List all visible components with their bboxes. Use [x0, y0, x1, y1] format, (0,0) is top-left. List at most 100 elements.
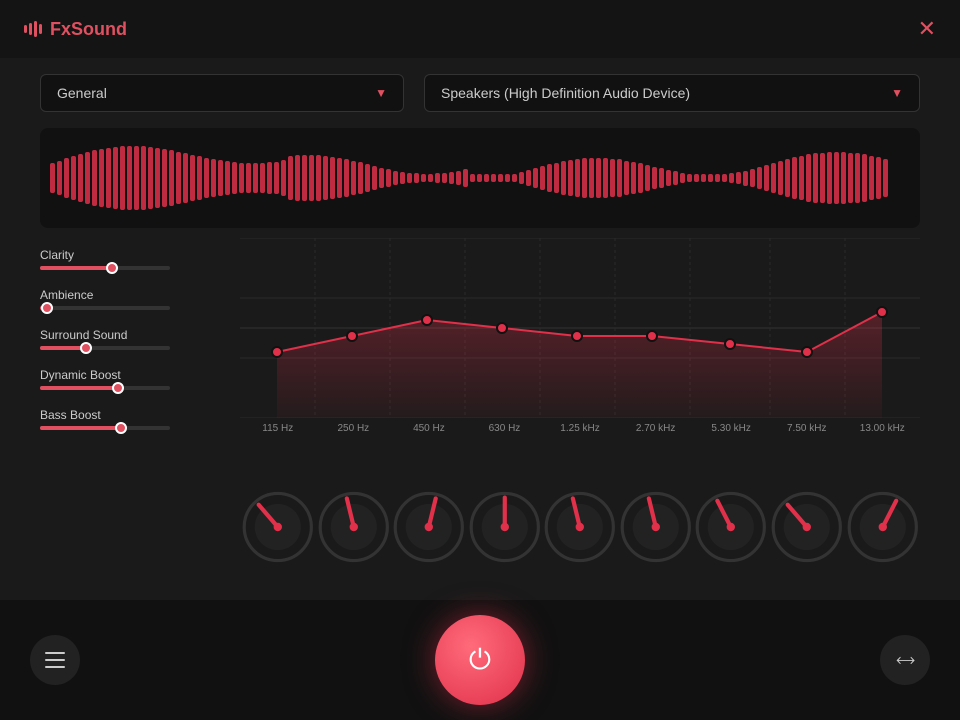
slider-thumb-clarity[interactable]: [106, 262, 118, 274]
eq-knob-3[interactable]: [467, 437, 543, 617]
app-title: FxSound: [50, 19, 127, 40]
waveform-bar: [631, 162, 636, 194]
waveform-bar: [869, 156, 874, 200]
waveform-bar: [827, 152, 832, 204]
waveform-bar: [435, 173, 440, 183]
waveform-bar: [624, 161, 629, 196]
waveform-bar: [484, 174, 489, 182]
menu-line-3: [45, 666, 65, 668]
eq-knob-8[interactable]: [845, 437, 921, 617]
waveform-bar: [351, 161, 356, 196]
eq-freq-label-3: 630 Hz: [489, 423, 521, 434]
bottom-bar: ⏻ ⤢: [0, 600, 960, 720]
waveform-bar: [470, 174, 475, 182]
eq-point-7: [802, 347, 812, 357]
slider-thumb-bass[interactable]: [115, 422, 127, 434]
waveform-bar: [246, 163, 251, 193]
eq-knob-4[interactable]: [542, 437, 618, 617]
preset-arrow-icon: ▼: [375, 86, 387, 100]
eq-knob-7[interactable]: [769, 437, 845, 617]
waveform-bar: [813, 153, 818, 202]
slider-thumb-dynamic[interactable]: [112, 382, 124, 394]
eq-knob-6[interactable]: [693, 437, 769, 617]
slider-track-clarity[interactable]: [40, 266, 170, 270]
eq-freq-label-4: 1.25 kHz: [560, 423, 599, 434]
eq-knob-5[interactable]: [618, 437, 694, 617]
slider-track-surround[interactable]: [40, 346, 170, 350]
waveform-bar: [449, 172, 454, 185]
waveform-bar: [148, 147, 153, 209]
waveform-bar: [169, 150, 174, 206]
slider-track-dynamic[interactable]: [40, 386, 170, 390]
eq-knob-0[interactable]: [240, 437, 316, 617]
waveform-bar: [106, 148, 111, 208]
waveform-bar: [750, 169, 755, 187]
waveform-bar: [708, 174, 713, 182]
waveform-bar: [652, 167, 657, 190]
waveform-bar: [428, 174, 433, 183]
logo-bar-4: [39, 24, 42, 34]
waveform-bar: [274, 162, 279, 195]
waveform-bar: [183, 153, 188, 203]
waveform-bar: [680, 173, 685, 184]
waveform-bar: [50, 163, 55, 193]
slider-label-bass: Bass Boost: [40, 408, 240, 422]
logo-bar-2: [29, 23, 32, 35]
slider-fill-dynamic: [40, 386, 118, 390]
eq-band-1: 250 Hz: [316, 423, 392, 617]
eq-point-4: [572, 331, 582, 341]
preset-label: General: [57, 85, 107, 101]
app-logo: FxSound: [24, 19, 127, 40]
waveform-bar: [120, 146, 125, 209]
waveform-bar: [498, 174, 503, 182]
eq-knob-2[interactable]: [391, 437, 467, 617]
power-button[interactable]: ⏻: [435, 615, 525, 705]
eq-knob-1[interactable]: [316, 437, 392, 617]
waveform-bar: [295, 155, 300, 200]
waveform-bar: [232, 162, 237, 193]
waveform-bar: [218, 160, 223, 195]
device-dropdown[interactable]: Speakers (High Definition Audio Device) …: [424, 74, 920, 112]
waveform-bar: [554, 163, 559, 194]
waveform-bar: [561, 161, 566, 195]
waveform-bar: [659, 168, 664, 187]
waveform-bar: [85, 152, 90, 204]
close-button[interactable]: ✕: [918, 18, 936, 40]
waveform-bar: [393, 171, 398, 185]
slider-thumb-surround[interactable]: [80, 342, 92, 354]
waveform-bar: [176, 152, 181, 205]
waveform-bar: [57, 161, 62, 196]
waveform-bar: [400, 172, 405, 184]
waveform-bar: [358, 162, 363, 193]
slider-track-ambience[interactable]: [40, 306, 170, 310]
eq-point-6: [725, 339, 735, 349]
waveform-bar: [701, 174, 706, 182]
waveform-bar: [477, 174, 482, 182]
slider-thumb-ambience[interactable]: [41, 302, 53, 314]
waveform-bar: [540, 166, 545, 190]
waveform-bar: [834, 152, 839, 204]
waveform-bar: [197, 156, 202, 200]
waveform-bar: [722, 174, 727, 182]
menu-button[interactable]: [30, 635, 80, 685]
expand-icon: ⤢: [892, 647, 917, 672]
waveform-bar: [71, 156, 76, 200]
waveform-bar: [379, 168, 384, 188]
waveform-bar: [505, 174, 510, 182]
waveform-bar: [64, 158, 69, 197]
slider-label-surround: Surround Sound: [40, 328, 240, 342]
preset-dropdown[interactable]: General ▼: [40, 74, 404, 112]
waveform-bar: [190, 155, 195, 202]
waveform-bar: [309, 155, 314, 201]
eq-band-8: 13.00 kHz: [845, 423, 921, 617]
eq-band-3: 630 Hz: [467, 423, 543, 617]
waveform-bar: [638, 163, 643, 192]
expand-button[interactable]: ⤢: [880, 635, 930, 685]
eq-point-0: [272, 347, 282, 357]
waveform-bar: [617, 159, 622, 196]
slider-row-clarity: Clarity: [40, 248, 240, 270]
slider-track-bass[interactable]: [40, 426, 170, 430]
waveform-bar: [610, 159, 615, 198]
eq-freq-label-7: 7.50 kHz: [787, 423, 826, 434]
waveform-bar: [78, 154, 83, 202]
